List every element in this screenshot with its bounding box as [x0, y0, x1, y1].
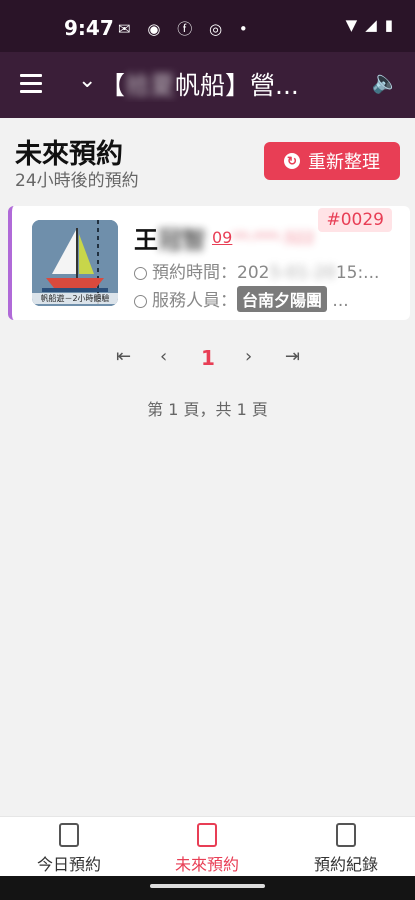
- nav-history-label: 預約紀錄: [313, 855, 378, 874]
- refresh-label: 重新整理: [308, 152, 380, 172]
- signal-icon: ◢: [365, 16, 377, 34]
- current-page[interactable]: 1: [201, 346, 215, 370]
- title-prefix: 【: [100, 71, 126, 100]
- refresh-button[interactable]: ↻ 重新整理: [264, 142, 400, 180]
- title-rest: 帆船】營...: [175, 71, 299, 100]
- last-page-icon[interactable]: ⇥: [285, 346, 300, 367]
- staff-row: 服務人員： 台南夕陽團 ...: [134, 286, 349, 312]
- phone-visible: 09: [212, 228, 233, 247]
- staff-rest: ...: [332, 291, 349, 311]
- name-visible: 王: [134, 226, 158, 254]
- first-page-icon[interactable]: ⇤: [116, 346, 131, 367]
- page-subtitle: 24小時後的預約: [15, 171, 139, 191]
- staff-badge: 台南夕陽團: [237, 286, 328, 312]
- next-page-icon[interactable]: ›: [245, 346, 252, 367]
- name-blurred: 冠智: [158, 226, 206, 254]
- order-number-badge: #0029: [318, 208, 392, 232]
- wifi-icon: ▼: [345, 16, 358, 34]
- page-info: 第 1 頁，共 1 頁: [147, 400, 268, 419]
- customer-phone-link[interactable]: 09**-***-322: [212, 228, 314, 247]
- speaker-icon[interactable]: 🔈: [372, 70, 399, 95]
- time-value-rest: 15:...: [335, 263, 380, 283]
- clock-icon: [134, 266, 147, 280]
- nav-today-label: 今日預約: [36, 855, 101, 874]
- gesture-bar: [0, 876, 415, 900]
- thumbnail-caption: 帆船遊－2小時體驗: [32, 293, 118, 304]
- home-indicator[interactable]: [150, 884, 265, 888]
- calendar-icon: [59, 823, 79, 847]
- bottom-nav: 今日預約 未來預約 預約紀錄: [0, 816, 415, 877]
- time-value: 202: [237, 263, 270, 283]
- nav-upcoming[interactable]: 未來預約: [138, 823, 276, 875]
- sailboat-thumbnail: 帆船遊－2小時體驗: [32, 220, 118, 306]
- prev-page-icon[interactable]: ‹: [160, 346, 167, 367]
- pagination: ⇤ ‹ 1 › ⇥: [0, 346, 415, 376]
- booking-card[interactable]: 帆船遊－2小時體驗 #0029 王冠智 09**-***-322 預約時間：20…: [8, 206, 410, 320]
- nav-today[interactable]: 今日預約: [0, 823, 138, 875]
- user-icon: [134, 294, 147, 308]
- app-bar: ⌄ 【拾夏帆船】營... 🔈: [0, 52, 415, 118]
- notification-icons: ✉ ◉ ⓕ ◎ •: [118, 20, 254, 38]
- nav-upcoming-label: 未來預約: [174, 855, 239, 874]
- calendar-list-icon: [197, 823, 217, 847]
- status-time: 9:47: [64, 16, 114, 40]
- time-label: 預約時間：: [152, 263, 237, 283]
- status-bar: 9:47 ✉ ◉ ⓕ ◎ • ▼ ◢ ▮: [0, 0, 415, 52]
- time-value-blurred: 5-01-20: [269, 263, 336, 283]
- nav-history[interactable]: 預約紀錄: [277, 823, 415, 875]
- menu-icon[interactable]: [20, 74, 42, 93]
- title-blurred: 拾夏: [125, 71, 176, 100]
- document-icon: [336, 823, 356, 847]
- booking-time-row: 預約時間：2025-01-2015:...: [134, 258, 379, 283]
- chevron-down-icon[interactable]: ⌄: [78, 68, 96, 93]
- app-title[interactable]: 【拾夏帆船】營...: [100, 66, 335, 102]
- system-icons: ▼ ◢ ▮: [346, 16, 393, 34]
- refresh-icon: ↻: [284, 153, 300, 169]
- customer-name: 王冠智: [134, 220, 206, 255]
- main-content: 未來預約 24小時後的預約 ↻ 重新整理 帆船遊－2小時體驗 #0029 王冠智…: [0, 118, 415, 816]
- battery-icon: ▮: [384, 16, 393, 34]
- staff-label: 服務人員：: [152, 291, 237, 311]
- phone-blurred: **-***-322: [232, 228, 315, 247]
